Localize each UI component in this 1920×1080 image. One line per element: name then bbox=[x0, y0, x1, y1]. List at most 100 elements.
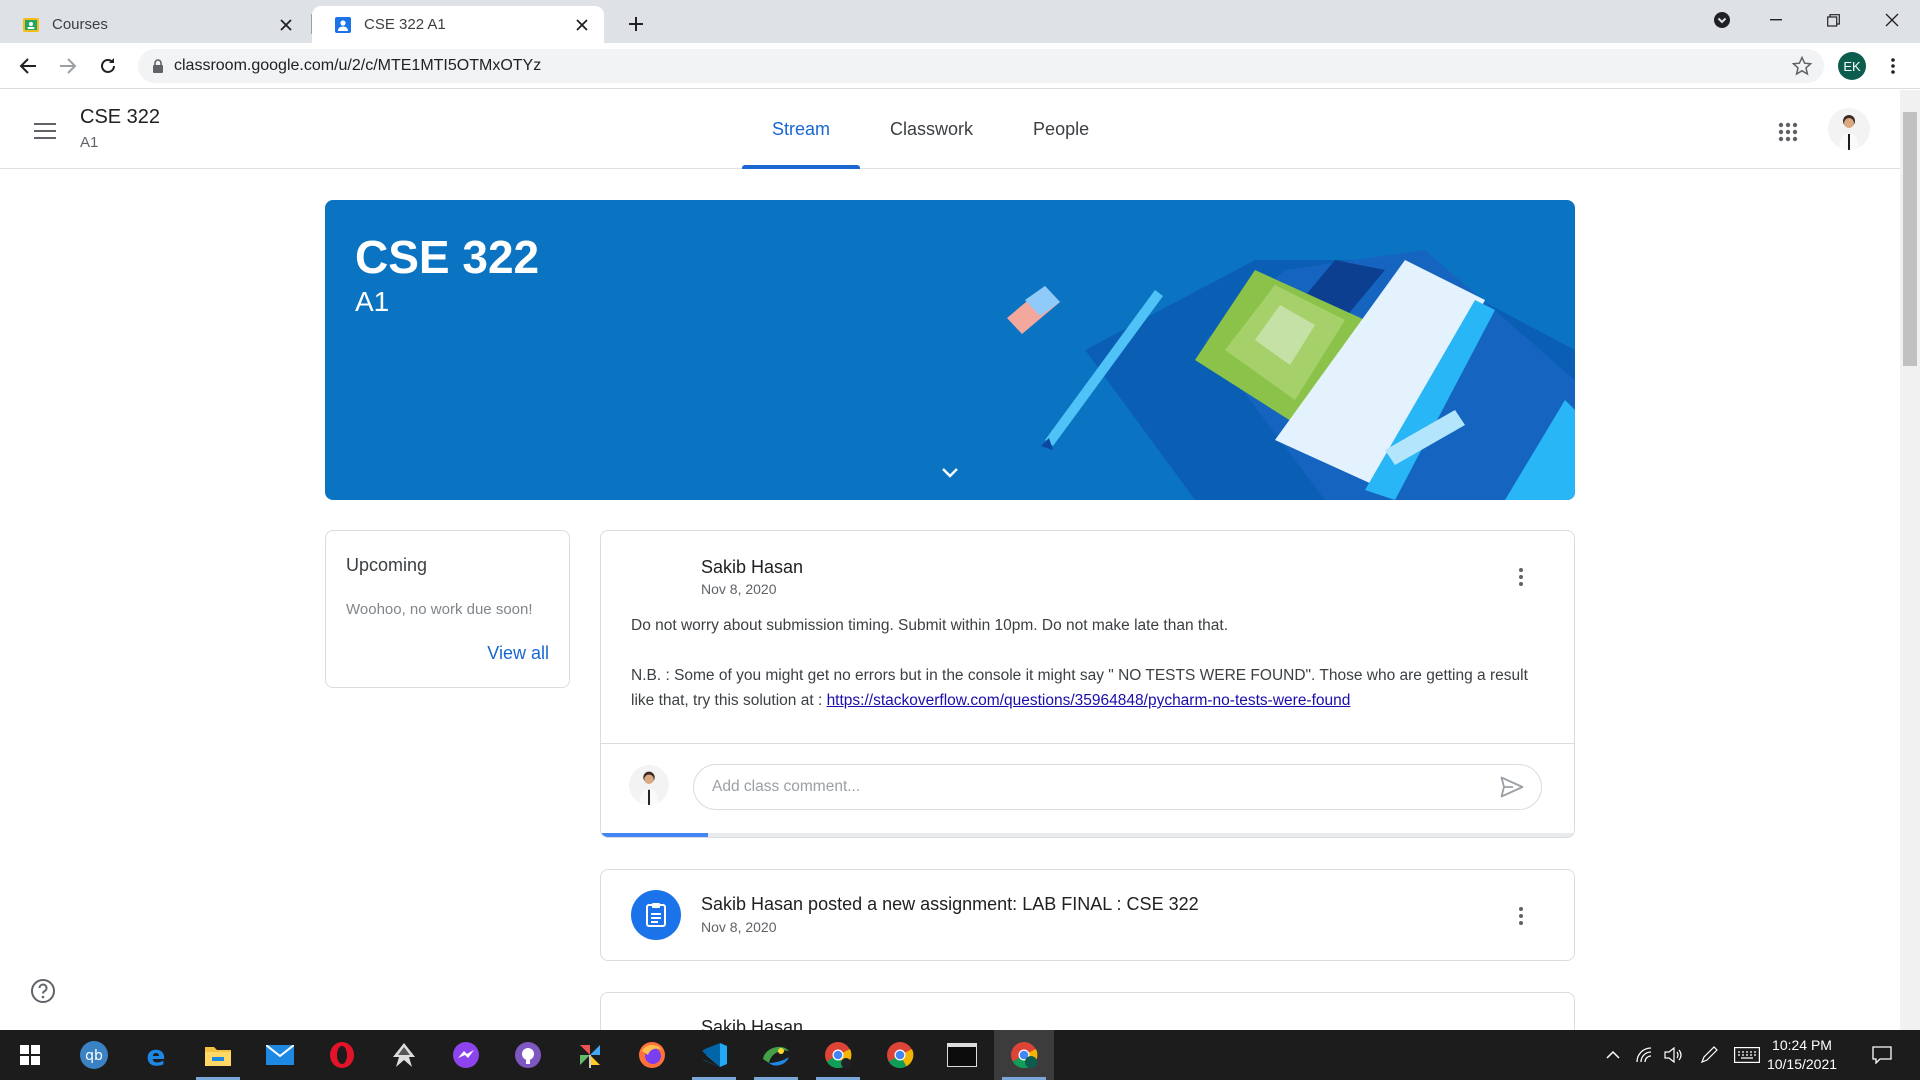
tab-search-button[interactable] bbox=[1694, 0, 1750, 40]
classroom-icon bbox=[22, 16, 40, 34]
restore-button[interactable] bbox=[1805, 0, 1861, 40]
post-date: Nov 8, 2020 bbox=[701, 581, 777, 597]
tab-search-icon bbox=[1714, 12, 1730, 28]
pinwheel-app-icon[interactable] bbox=[560, 1030, 620, 1080]
arrow-forward-icon bbox=[60, 58, 77, 74]
system-clock[interactable]: 10:24 PM 10/15/2021 bbox=[1762, 1036, 1842, 1074]
scrollbar-thumb[interactable] bbox=[1903, 112, 1917, 366]
course-tabs: Stream Classwork People bbox=[742, 90, 1119, 169]
arrow-back-icon bbox=[19, 58, 36, 74]
send-icon[interactable] bbox=[1497, 772, 1527, 802]
course-banner: CSE 322 A1 bbox=[325, 200, 1575, 500]
browser-tab-courses[interactable]: Courses bbox=[0, 6, 312, 43]
mail-icon[interactable] bbox=[250, 1030, 310, 1080]
stackoverflow-link[interactable]: https://stackoverflow.com/questions/3596… bbox=[827, 692, 1351, 709]
touch-keyboard-icon[interactable] bbox=[1732, 1030, 1762, 1080]
class-comment-box[interactable] bbox=[693, 764, 1542, 810]
opera-icon[interactable] bbox=[312, 1030, 372, 1080]
user-photo-icon bbox=[1839, 115, 1859, 150]
tab-title: CSE 322 A1 bbox=[364, 16, 446, 33]
assignment-options-button[interactable] bbox=[1509, 904, 1533, 928]
vscode-icon[interactable] bbox=[684, 1030, 744, 1080]
url-text: classroom.google.com/u/2/c/MTE1MTI5OTMxO… bbox=[174, 57, 542, 74]
svg-text:e: e bbox=[147, 1041, 166, 1069]
divider bbox=[601, 743, 1574, 744]
chrome-icon[interactable] bbox=[870, 1030, 930, 1080]
close-tab-icon[interactable] bbox=[276, 15, 296, 35]
expand-class-details-button[interactable] bbox=[937, 460, 963, 486]
clock-date: 10/15/2021 bbox=[1766, 1056, 1838, 1072]
file-explorer-icon[interactable] bbox=[188, 1030, 248, 1080]
assignment-title[interactable]: Sakib Hasan posted a new assignment: LAB… bbox=[701, 894, 1199, 915]
view-all-link[interactable]: View all bbox=[487, 643, 549, 664]
account-avatar[interactable] bbox=[1828, 108, 1870, 150]
upcoming-empty-text: Woohoo, no work due soon! bbox=[346, 601, 533, 618]
class-comment-input[interactable] bbox=[694, 778, 1497, 796]
page-scrollbar[interactable] bbox=[1900, 90, 1920, 1030]
pen-icon[interactable] bbox=[1696, 1030, 1722, 1080]
bookmark-star-icon[interactable] bbox=[1792, 56, 1812, 76]
assignment-date: Nov 8, 2020 bbox=[701, 919, 777, 935]
announcement-card: Sakib Hasan Nov 8, 2020 Do not worry abo… bbox=[600, 530, 1575, 838]
tab-stream[interactable]: Stream bbox=[742, 90, 861, 169]
main-menu-button[interactable] bbox=[28, 114, 62, 148]
apps-grid-icon bbox=[1778, 122, 1798, 142]
browser-tab-cse322[interactable]: CSE 322 A1 bbox=[312, 6, 604, 43]
classroom-header: CSE 322 A1 Stream Classwork People bbox=[0, 90, 1900, 169]
show-hidden-icons-button[interactable] bbox=[1600, 1030, 1626, 1080]
network-icon[interactable] bbox=[1632, 1030, 1658, 1080]
clock-time: 10:24 PM bbox=[1772, 1037, 1832, 1053]
chrome-menu-button[interactable] bbox=[1880, 53, 1906, 79]
post-options-button[interactable] bbox=[1509, 565, 1533, 589]
assignment-icon bbox=[631, 890, 681, 940]
browser-toolbar: classroom.google.com/u/2/c/MTE1MTI5OTMxO… bbox=[0, 43, 1920, 89]
reload-icon bbox=[101, 58, 115, 73]
post-author: Sakib Hasan bbox=[701, 557, 804, 577]
hamburger-menu-icon bbox=[34, 123, 56, 139]
chevron-down-icon bbox=[942, 468, 958, 478]
google-apps-button[interactable] bbox=[1772, 116, 1804, 148]
classroom-people-icon bbox=[334, 16, 352, 34]
restore-icon bbox=[1826, 13, 1840, 27]
post-body: Do not worry about submission timing. Su… bbox=[631, 613, 1551, 738]
chrome-profile-avatar[interactable]: EK bbox=[1838, 52, 1866, 80]
commenter-avatar bbox=[629, 765, 669, 805]
plus-icon bbox=[629, 17, 643, 31]
address-bar[interactable]: classroom.google.com/u/2/c/MTE1MTI5OTMxO… bbox=[138, 49, 1824, 83]
windows-start-icon[interactable] bbox=[0, 1030, 60, 1080]
post-paragraph: N.B. : Some of you might get no errors b… bbox=[631, 663, 1551, 713]
banner-subtitle: A1 bbox=[355, 286, 390, 317]
tab-people[interactable]: People bbox=[1003, 90, 1119, 169]
chrome-ek-icon[interactable] bbox=[994, 1030, 1054, 1080]
inkscape-icon[interactable] bbox=[374, 1030, 434, 1080]
terminal-icon[interactable] bbox=[932, 1030, 992, 1080]
svg-text:qb: qb bbox=[85, 1048, 103, 1064]
assignment-card[interactable]: Sakib Hasan posted a new assignment: LAB… bbox=[600, 869, 1575, 961]
close-window-button[interactable] bbox=[1864, 0, 1920, 40]
volume-icon[interactable] bbox=[1660, 1030, 1688, 1080]
chrome-profile-icon[interactable] bbox=[808, 1030, 868, 1080]
course-title[interactable]: CSE 322 bbox=[80, 106, 160, 129]
help-button[interactable] bbox=[28, 976, 58, 1006]
user-photo-icon bbox=[639, 771, 659, 805]
github-desktop-icon[interactable] bbox=[498, 1030, 558, 1080]
new-tab-button[interactable] bbox=[622, 10, 650, 38]
messenger-icon[interactable] bbox=[436, 1030, 496, 1080]
minimize-button[interactable] bbox=[1748, 0, 1804, 40]
forward-button[interactable] bbox=[52, 50, 84, 82]
close-tab-icon[interactable] bbox=[572, 15, 592, 35]
edge-legacy-icon[interactable]: e bbox=[126, 1030, 186, 1080]
firefox-icon[interactable] bbox=[622, 1030, 682, 1080]
windows-taskbar: qb e 10:24 PM 10/15/2021 bbox=[0, 1030, 1920, 1080]
tab-title: Courses bbox=[52, 16, 108, 33]
python-ide-icon[interactable] bbox=[746, 1030, 806, 1080]
browser-tab-strip: Courses CSE 322 A1 bbox=[0, 0, 1920, 43]
upcoming-heading: Upcoming bbox=[346, 555, 428, 575]
back-button[interactable] bbox=[12, 50, 44, 82]
course-section: A1 bbox=[80, 134, 99, 151]
tab-classwork[interactable]: Classwork bbox=[860, 90, 1003, 169]
action-center-button[interactable] bbox=[1864, 1030, 1900, 1080]
reload-button[interactable] bbox=[92, 50, 124, 82]
upcoming-card: Upcoming Woohoo, no work due soon! View … bbox=[325, 530, 570, 688]
qbittorrent-icon[interactable]: qb bbox=[64, 1030, 124, 1080]
